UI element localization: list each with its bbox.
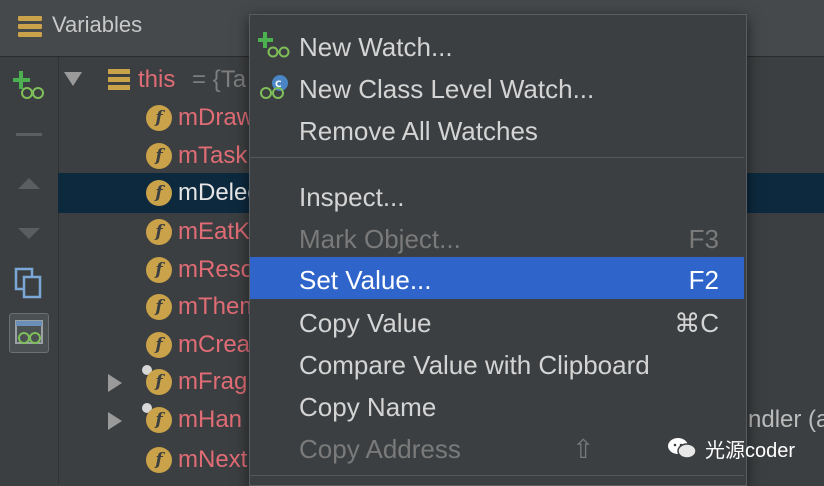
menu-item-shortcut: F3 xyxy=(688,224,719,254)
field-icon: f xyxy=(146,447,172,473)
menu-item-copy-value[interactable]: Copy Value ⌘C xyxy=(250,300,744,342)
move-down-button[interactable] xyxy=(9,213,49,253)
copy-button[interactable] xyxy=(9,263,49,303)
root-var-name: this xyxy=(138,66,176,93)
menu-item-shortcut: ⇧ xyxy=(572,434,594,464)
menu-item-inspect[interactable]: Inspect... xyxy=(250,174,744,216)
menu-item-label: Inspect... xyxy=(299,182,405,212)
menu-item-copy-name[interactable]: Copy Name xyxy=(250,384,744,426)
watermark-text: 光源coder xyxy=(705,439,796,462)
field-icon: f xyxy=(146,219,172,245)
menu-item-mark-object[interactable]: Mark Object... F3 xyxy=(250,216,744,258)
field-name: mTask xyxy=(178,142,248,169)
field-name: mCrea xyxy=(178,331,251,358)
field-icon: f xyxy=(146,369,172,395)
menu-item-label: Copy Value xyxy=(299,308,432,338)
field-name: mHan xyxy=(178,406,243,433)
menu-item-shortcut: F2 xyxy=(688,265,719,295)
field-name: mNext xyxy=(178,446,248,473)
panel-title: Variables xyxy=(52,12,143,37)
wechat-logo-icon xyxy=(668,438,697,459)
arrow-up-icon xyxy=(18,177,40,189)
watches-icon xyxy=(15,320,43,344)
move-up-button[interactable] xyxy=(9,163,49,203)
field-name: mThem xyxy=(178,293,260,320)
variables-icon xyxy=(18,16,42,40)
menu-item-label: Mark Object... xyxy=(299,224,461,254)
copy-icon xyxy=(14,267,42,299)
arrow-down-icon xyxy=(18,227,40,239)
menu-separator xyxy=(250,475,744,476)
expand-arrow-icon[interactable] xyxy=(108,412,122,430)
menu-item-compare-value-with-clipboard[interactable]: Compare Value with Clipboard xyxy=(250,342,744,384)
object-icon xyxy=(108,69,130,91)
field-name: mDraw xyxy=(178,104,254,131)
watermark: 光源coder xyxy=(667,430,795,466)
field-icon: f xyxy=(146,257,172,283)
class-watch-icon: C xyxy=(260,75,288,99)
remove-watch-button[interactable] xyxy=(16,133,42,136)
menu-item-label: Copy Address xyxy=(299,434,461,464)
menu-item-label: New Class Level Watch... xyxy=(299,74,595,104)
menu-item-label: Set Value... xyxy=(299,265,432,295)
field-icon: f xyxy=(146,143,172,169)
menu-item-label: Compare Value with Clipboard xyxy=(299,350,650,380)
field-icon: f xyxy=(146,180,172,206)
show-watches-toggle[interactable] xyxy=(9,313,49,353)
menu-item-remove-all-watches[interactable]: Remove All Watches xyxy=(250,108,744,150)
menu-item-label: Copy Name xyxy=(299,392,437,422)
field-icon: f xyxy=(146,332,172,358)
field-icon: f xyxy=(146,294,172,320)
field-name: mEatK xyxy=(178,218,251,245)
new-watch-button[interactable] xyxy=(9,65,49,105)
expand-arrow-icon[interactable] xyxy=(64,72,82,86)
menu-item-label: Remove All Watches xyxy=(299,116,538,146)
menu-item-label: New Watch... xyxy=(299,32,453,62)
expand-arrow-icon[interactable] xyxy=(108,374,122,392)
menu-item-shortcut: ⌘C xyxy=(674,308,719,338)
root-var-value: = {Ta xyxy=(192,66,247,93)
variables-toolbar xyxy=(0,57,59,484)
menu-item-set-value[interactable]: Set Value... F2 xyxy=(250,257,744,299)
context-menu: New Watch... C New Class Level Watch... … xyxy=(249,14,747,486)
menu-item-new-class-level-watch[interactable]: C New Class Level Watch... xyxy=(250,66,744,108)
add-watch-icon xyxy=(13,71,44,99)
add-watch-icon xyxy=(258,32,290,58)
field-icon: f xyxy=(146,105,172,131)
field-icon: f xyxy=(146,407,172,433)
menu-separator xyxy=(250,157,744,158)
menu-item-new-watch[interactable]: New Watch... xyxy=(250,24,744,66)
